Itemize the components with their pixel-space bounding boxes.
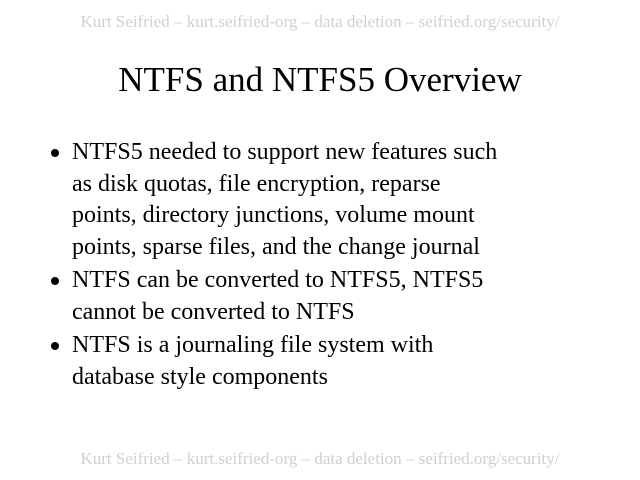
slide-title: NTFS and NTFS5 Overview <box>118 60 522 99</box>
bullet-item: NTFS is a journaling file system with da… <box>48 330 608 393</box>
bullet-text-line: as disk quotas, file encryption, reparse <box>72 170 441 197</box>
bullet-text-line: points, sparse files, and the change jou… <box>72 233 480 260</box>
bullet-point-icon <box>51 277 59 285</box>
bullet-text-line: database style components <box>72 363 328 390</box>
slide-header: Kurt Seifried – kurt.seifried-org – data… <box>80 12 560 31</box>
bullet-text-line: points, directory junctions, volume moun… <box>72 202 475 228</box>
slide-footer: Kurt Seifried – kurt.seifried-org – data… <box>80 449 560 468</box>
bullet-text-line: cannot be converted to NTFS <box>72 298 355 325</box>
bullet-item: NTFS can be converted to NTFS5, NTFS5 ca… <box>48 265 608 328</box>
slide: Kurt Seifried – kurt.seifried-org – data… <box>0 0 640 480</box>
bullet-item: NTFS5 needed to support new features suc… <box>48 137 608 263</box>
bullet-text-line: NTFS can be converted to NTFS5, NTFS5 <box>72 267 484 293</box>
bullet-point-icon <box>51 149 59 157</box>
bullet-text-line: NTFS is a journaling file system with <box>72 332 434 358</box>
bullet-text-line: NTFS5 needed to support new features suc… <box>72 139 498 165</box>
bullet-point-icon <box>51 342 59 350</box>
bullet-list: NTFS5 needed to support new features suc… <box>48 137 608 395</box>
